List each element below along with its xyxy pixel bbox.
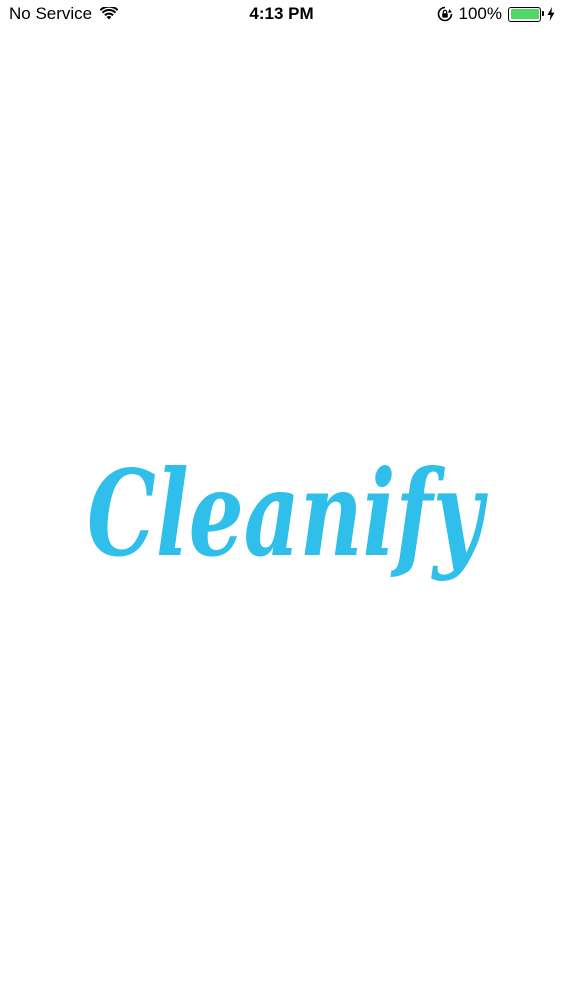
charging-bolt-icon	[547, 7, 555, 21]
status-bar: No Service 4:13 PM 100%	[0, 0, 563, 30]
logo-wordmark: Cleanify	[87, 444, 488, 583]
battery-icon	[508, 6, 544, 22]
orientation-lock-icon	[437, 6, 453, 22]
cleanify-logo-svg: Cleanify	[87, 444, 488, 583]
battery-nub	[542, 11, 544, 16]
battery-fill	[510, 9, 539, 19]
battery-percent: 100%	[458, 4, 502, 23]
cleanify-logo: Cleanify	[80, 410, 490, 600]
status-bar-right: 100%	[437, 4, 555, 24]
